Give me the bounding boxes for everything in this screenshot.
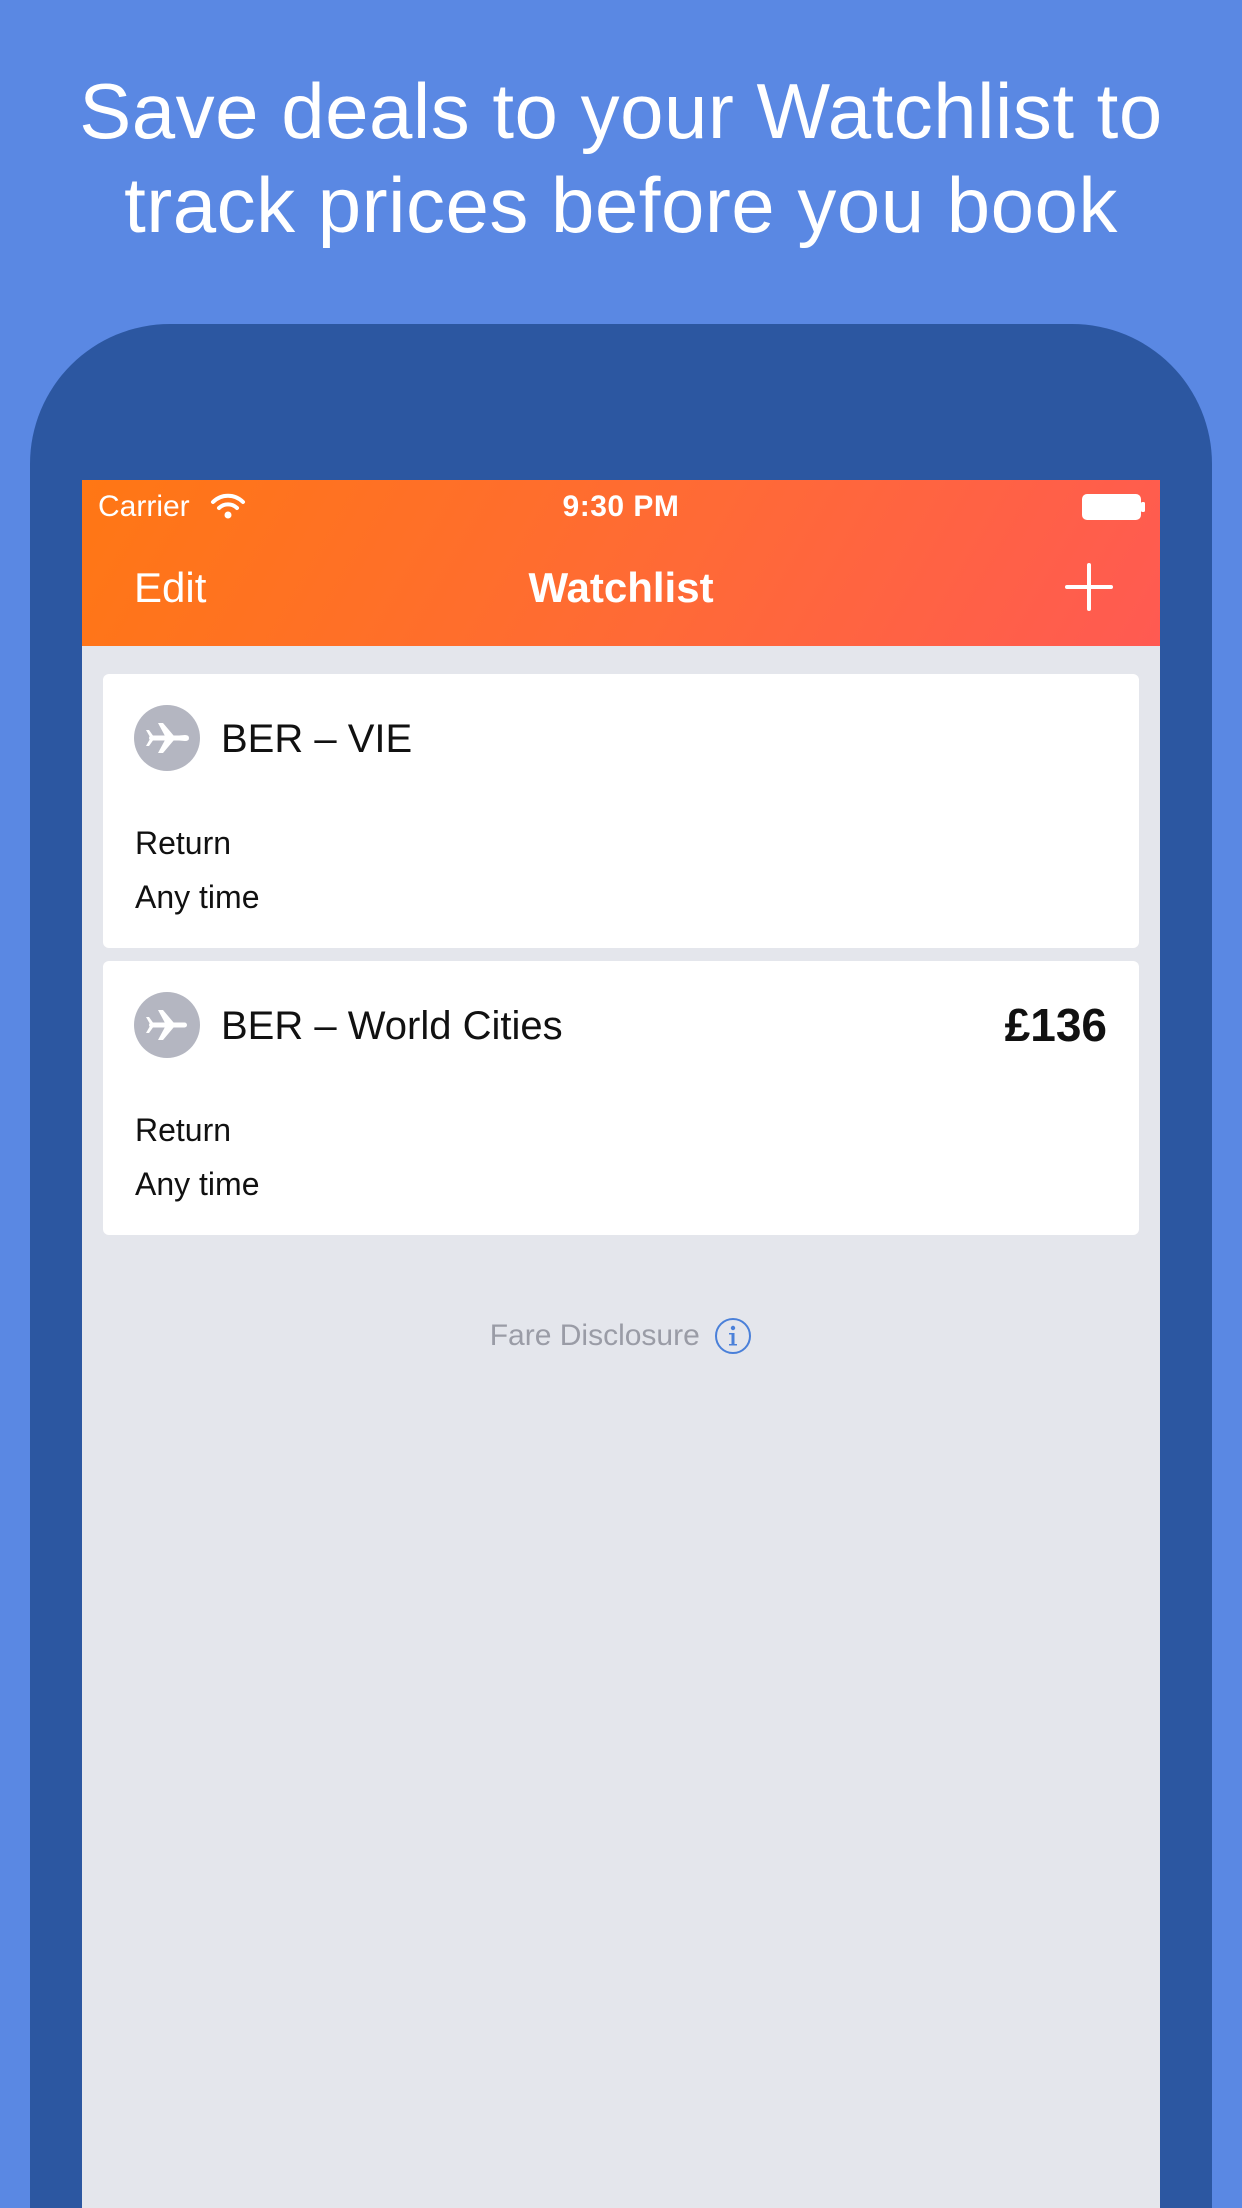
battery-icon bbox=[1082, 494, 1145, 520]
plane-icon bbox=[134, 992, 200, 1058]
promo-headline-line-1: Save deals to your Watchlist to bbox=[79, 67, 1163, 155]
route-label: BER – World Cities bbox=[221, 1004, 563, 1048]
info-icon[interactable] bbox=[714, 1317, 752, 1355]
fare-disclosure-label: Fare Disclosure bbox=[489, 1319, 700, 1352]
price-label: £136 bbox=[1004, 999, 1107, 1051]
navigation-bar: Carrier 9:30 PM Edit Watchlist bbox=[82, 480, 1160, 646]
trip-type-label: Return bbox=[135, 1112, 232, 1148]
status-time: 9:30 PM bbox=[562, 490, 680, 523]
page-title: Watchlist bbox=[528, 564, 714, 611]
status-bar: Carrier 9:30 PM bbox=[82, 480, 1160, 534]
plane-icon bbox=[134, 705, 200, 771]
watchlist-item[interactable]: BER – VIE Return Any time bbox=[103, 674, 1139, 948]
promo-headline: Save deals to your Watchlist to track pr… bbox=[0, 64, 1242, 252]
promo-headline-line-2: track prices before you book bbox=[124, 161, 1118, 249]
fare-disclosure-link[interactable]: Fare Disclosure bbox=[82, 1316, 1160, 1356]
timeframe-label: Any time bbox=[135, 879, 260, 915]
watchlist-item[interactable]: BER – World Cities £136 Return Any time bbox=[103, 961, 1139, 1235]
route-label: BER – VIE bbox=[221, 717, 413, 761]
trip-type-label: Return bbox=[135, 825, 232, 861]
timeframe-label: Any time bbox=[135, 1166, 260, 1202]
app-screen: Carrier 9:30 PM Edit Watchlist BER – VIE… bbox=[82, 480, 1160, 2208]
plus-icon[interactable] bbox=[1064, 562, 1114, 612]
